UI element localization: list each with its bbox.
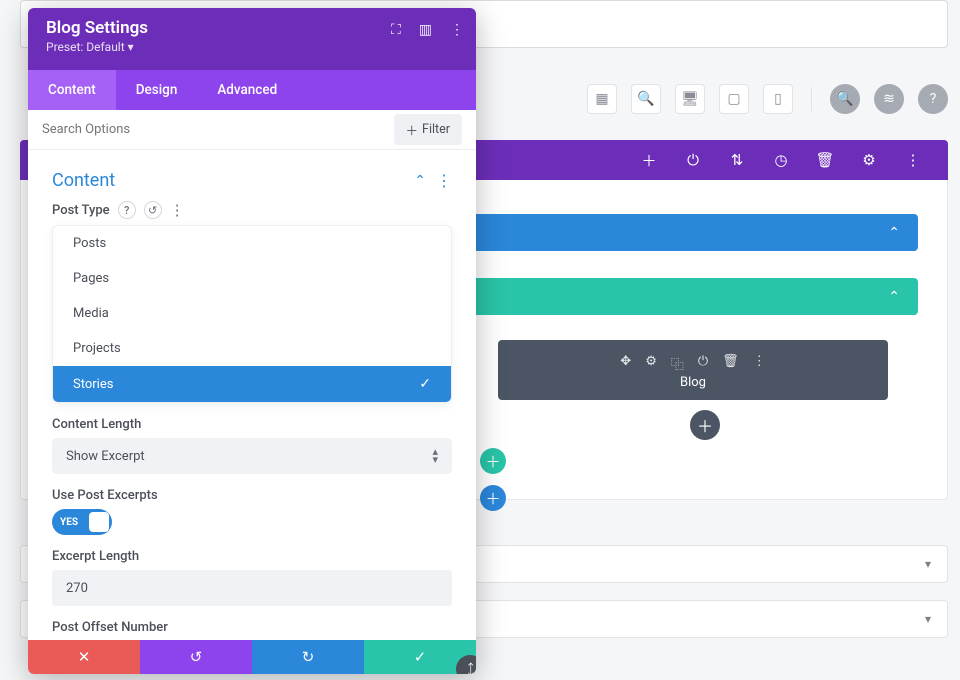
section-history-icon[interactable]: ◷ <box>772 151 790 169</box>
chevron-up-icon[interactable]: ⌃ <box>888 225 900 241</box>
use-post-excerpts-toggle[interactable]: YES <box>52 509 112 535</box>
check-icon: ✓ <box>419 376 431 392</box>
module-icon-row: ✥ ⚙ ⿻ ⏻ 🗑 ⋮ <box>620 354 765 373</box>
content-length-select[interactable]: Show Excerpt ▴▾ <box>52 438 452 474</box>
option-label: Projects <box>73 341 121 356</box>
group-title: Content <box>52 170 115 191</box>
tab-design[interactable]: Design <box>116 70 198 110</box>
modal-tabs: Content Design Advanced <box>28 70 476 110</box>
select-stepper-icon: ▴▾ <box>432 448 438 464</box>
filter-button[interactable]: ＋ Filter <box>394 114 462 145</box>
desktop-icon[interactable]: 🖥 <box>675 84 705 114</box>
search-input[interactable] <box>42 122 394 137</box>
redo-button[interactable]: ↻ <box>252 640 364 674</box>
post-type-option[interactable]: Media <box>53 296 451 331</box>
post-offset-label: Post Offset Number <box>52 620 452 635</box>
undo-button[interactable]: ↺ <box>140 640 252 674</box>
duplicate-icon[interactable]: ⿻ <box>671 354 684 373</box>
toggle-knob <box>89 512 109 532</box>
module-card-label: Blog <box>680 375 706 390</box>
excerpt-length-input[interactable] <box>52 570 452 606</box>
module-card-blog[interactable]: ✥ ⚙ ⿻ ⏻ 🗑 ⋮ Blog <box>498 340 888 400</box>
zoom-icon[interactable]: 🔍 <box>830 84 860 114</box>
toggle-value: YES <box>60 517 78 528</box>
reset-icon[interactable]: ↺ <box>144 201 162 219</box>
more-icon[interactable]: ⋮ <box>450 22 464 38</box>
search-icon[interactable]: 🔍 <box>631 84 661 114</box>
group-more-icon[interactable]: ⋮ <box>436 171 452 190</box>
more-icon[interactable]: ⋮ <box>753 354 766 373</box>
post-type-option[interactable]: Pages <box>53 261 451 296</box>
help-icon[interactable]: ? <box>118 201 136 219</box>
use-post-excerpts-label: Use Post Excerpts <box>52 488 452 503</box>
post-type-label: Post Type <box>52 203 110 218</box>
post-type-option-selected[interactable]: Stories ✓ <box>53 366 451 402</box>
excerpt-length-label: Excerpt Length <box>52 549 452 564</box>
collapse-group-icon[interactable]: ⌃ <box>414 173 426 189</box>
option-label: Posts <box>73 236 106 251</box>
option-label: Stories <box>73 377 113 392</box>
post-type-option[interactable]: Projects <box>53 331 451 366</box>
add-section-button[interactable]: ＋ <box>480 485 506 511</box>
filter-button-label: Filter <box>422 122 450 137</box>
section-gear-icon[interactable]: ⚙ <box>860 151 878 169</box>
power-icon[interactable]: ⏻ <box>698 354 708 373</box>
modal-action-bar: ✕ ↺ ↻ ✓ <box>28 640 476 674</box>
help-icon[interactable]: ? <box>918 84 948 114</box>
section-add-icon[interactable]: ＋ <box>640 150 658 171</box>
toolbar-divider <box>811 87 812 111</box>
post-type-label-row: Post Type ? ↺ ⋮ <box>52 201 452 219</box>
content-length-label: Content Length <box>52 417 452 432</box>
tab-content[interactable]: Content <box>28 70 116 110</box>
phone-icon[interactable]: ▯ <box>763 84 793 114</box>
layout-icon[interactable]: ▦ <box>587 84 617 114</box>
group-header: Content ⌃ ⋮ <box>52 170 452 191</box>
tablet-icon[interactable]: ▢ <box>719 84 749 114</box>
blog-settings-modal: Blog Settings Preset: Default ▾ ⛶ ▥ ⋮ Co… <box>28 8 476 674</box>
section-sliders-icon[interactable]: ⇅ <box>728 151 746 169</box>
option-label: Media <box>73 306 109 321</box>
add-module-button[interactable]: ＋ <box>690 410 720 440</box>
post-type-dropdown: Posts Pages Media Projects Stories ✓ <box>52 225 452 403</box>
section-more-icon[interactable]: ⋮ <box>904 151 922 169</box>
cancel-button[interactable]: ✕ <box>28 640 140 674</box>
trash-icon[interactable]: 🗑 <box>722 354 739 373</box>
search-row: ＋ Filter <box>28 110 476 150</box>
move-icon[interactable]: ✥ <box>620 354 631 373</box>
section-power-icon[interactable]: ⏻ <box>684 151 702 169</box>
add-row-button[interactable]: ＋ <box>480 448 506 474</box>
post-type-option[interactable]: Posts <box>53 226 451 261</box>
layers-icon[interactable]: ≋ <box>874 84 904 114</box>
modal-body: Content ⌃ ⋮ Post Type ? ↺ ⋮ Posts Pages … <box>28 150 476 674</box>
modal-preset[interactable]: Preset: Default ▾ <box>46 40 458 54</box>
content-length-value: Show Excerpt <box>66 449 145 464</box>
plus-icon: ＋ <box>406 120 419 139</box>
modal-header: Blog Settings Preset: Default ▾ ⛶ ▥ ⋮ <box>28 8 476 70</box>
field-more-icon[interactable]: ⋮ <box>170 201 185 219</box>
snap-icon[interactable]: ⛶ <box>391 22 401 38</box>
columns-icon[interactable]: ▥ <box>419 22 432 38</box>
chevron-up-icon[interactable]: ⌃ <box>888 289 900 305</box>
tab-advanced[interactable]: Advanced <box>197 70 297 110</box>
section-trash-icon[interactable]: 🗑 <box>816 151 834 169</box>
option-label: Pages <box>73 271 109 286</box>
gear-icon[interactable]: ⚙ <box>645 354 657 373</box>
